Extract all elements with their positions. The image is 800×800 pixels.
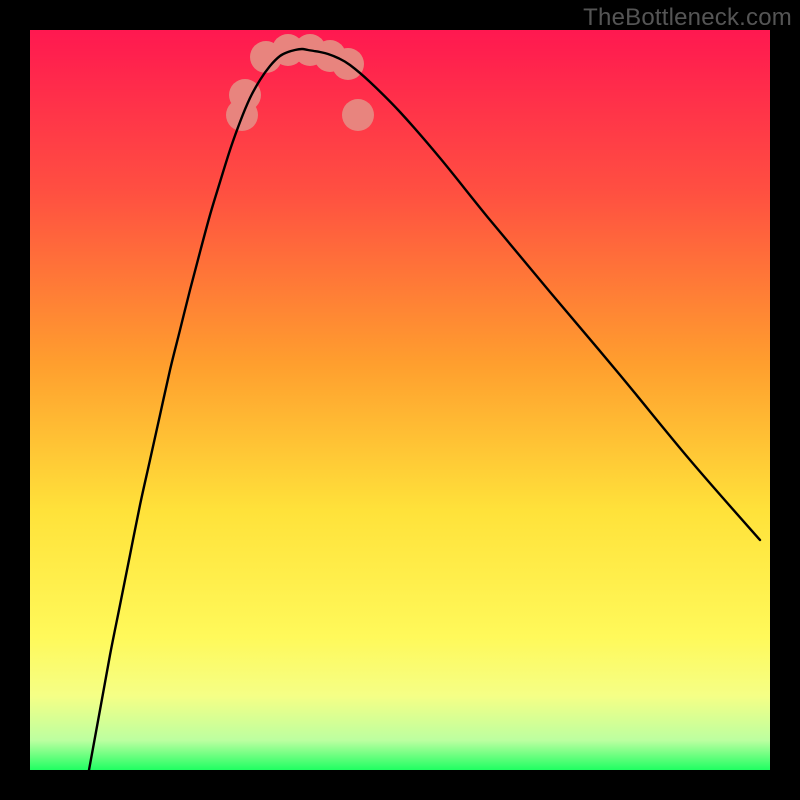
outer-frame: TheBottleneck.com	[0, 0, 800, 800]
plot-area	[30, 30, 770, 770]
gradient-background	[30, 30, 770, 770]
valley-marker-1	[229, 79, 261, 111]
watermark-text: TheBottleneck.com	[583, 4, 792, 32]
valley-marker-7	[342, 99, 374, 131]
chart-svg	[30, 30, 770, 770]
